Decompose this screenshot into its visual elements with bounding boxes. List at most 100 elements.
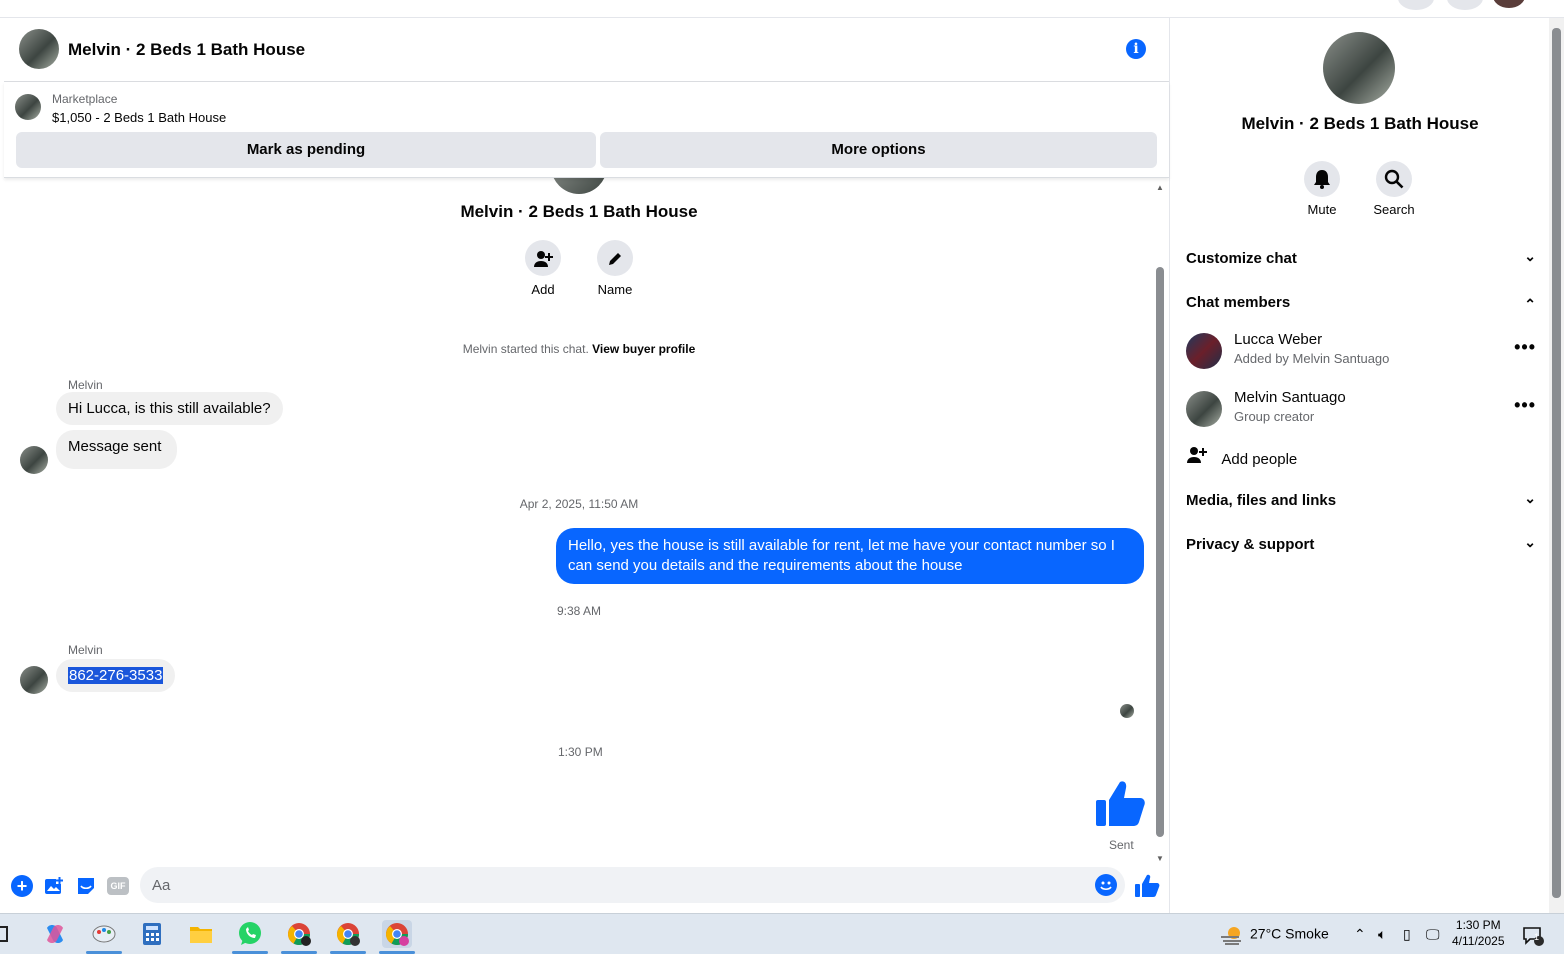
search-icon bbox=[1384, 169, 1404, 189]
info-icon[interactable]: i bbox=[1126, 39, 1146, 59]
scroll-down-arrow-icon[interactable]: ▼ bbox=[1156, 854, 1164, 863]
emoji-icon[interactable] bbox=[1095, 874, 1117, 896]
listing-thumbnail[interactable] bbox=[15, 94, 41, 120]
weather-text: 27°C Smoke bbox=[1250, 925, 1329, 942]
marketplace-label: Marketplace bbox=[52, 92, 118, 106]
file-explorer-icon[interactable] bbox=[186, 920, 216, 948]
chat-members-section[interactable]: Chat members ⌃ bbox=[1186, 294, 1536, 312]
menu-button[interactable] bbox=[1398, 0, 1434, 10]
network-icon[interactable]: 🖵︎ bbox=[1426, 926, 1440, 943]
chrome-profile-3-icon[interactable] bbox=[382, 920, 412, 948]
member-name: Lucca Weber bbox=[1234, 331, 1323, 348]
paint-app-icon[interactable] bbox=[89, 920, 119, 948]
add-person-icon bbox=[534, 250, 553, 267]
media-section[interactable]: Media, files and links ⌄ bbox=[1186, 490, 1536, 509]
media-label: Media, files and links bbox=[1186, 492, 1337, 509]
volume-icon[interactable]: 🔈︎ bbox=[1378, 926, 1386, 943]
account-avatar[interactable] bbox=[1493, 0, 1525, 8]
sender-avatar[interactable] bbox=[20, 446, 48, 474]
weather-icon bbox=[1221, 927, 1241, 945]
photo-icon[interactable] bbox=[43, 875, 65, 897]
send-like-icon[interactable] bbox=[1134, 873, 1160, 899]
calculator-icon[interactable] bbox=[137, 920, 167, 948]
chrome-profile-1-icon[interactable] bbox=[284, 920, 314, 948]
member-subtitle: Added by Melvin Santuago bbox=[1234, 351, 1390, 366]
clock[interactable]: 1:30 PM 4/11/2025 bbox=[1452, 917, 1505, 949]
member-subtitle: Group creator bbox=[1234, 409, 1315, 424]
copilot-icon[interactable] bbox=[40, 920, 70, 948]
whatsapp-icon[interactable] bbox=[235, 920, 265, 948]
outgoing-message[interactable]: Hello, yes the house is still available … bbox=[556, 528, 1144, 584]
phone-number-text[interactable]: 862-276-3533 bbox=[68, 667, 164, 684]
chrome-profile-2-icon[interactable] bbox=[333, 920, 363, 948]
add-people-label: Add people bbox=[1221, 451, 1298, 468]
show-hidden-icons-icon[interactable]: ⌃ bbox=[1354, 926, 1366, 943]
page-scroll-thumb[interactable] bbox=[1552, 28, 1561, 898]
sender-avatar[interactable] bbox=[20, 666, 48, 694]
timestamp: Apr 2, 2025, 11:50 AM bbox=[519, 497, 639, 511]
incoming-message[interactable]: 862-276-3533 bbox=[56, 659, 176, 692]
side-group-avatar[interactable] bbox=[1323, 32, 1395, 104]
message-input[interactable] bbox=[140, 867, 1040, 903]
page-scrollbar[interactable] bbox=[1549, 18, 1564, 913]
chat-header: Melvin · 2 Beds 1 Bath House i bbox=[4, 18, 1169, 82]
chevron-up-icon: ⌃ bbox=[1524, 296, 1536, 312]
search-label: Search bbox=[1373, 202, 1415, 217]
mark-as-pending-button[interactable]: Mark as pending bbox=[16, 132, 596, 168]
started-text: Melvin started this chat. bbox=[462, 342, 589, 356]
thumbs-up-icon[interactable] bbox=[1094, 778, 1146, 830]
member-name: Melvin Santuago bbox=[1234, 389, 1346, 406]
weather-widget[interactable]: 27°C Smoke bbox=[1220, 925, 1329, 945]
member-row[interactable]: Lucca Weber Added by Melvin Santuago ••• bbox=[1186, 329, 1536, 373]
chevron-down-icon: ⌄ bbox=[1524, 534, 1536, 550]
scroll-thumb[interactable] bbox=[1156, 267, 1164, 837]
add-label: Add bbox=[531, 282, 555, 297]
add-member-button[interactable] bbox=[525, 240, 561, 276]
task-view-icon[interactable] bbox=[0, 920, 16, 948]
sent-status: Sent bbox=[1109, 838, 1134, 852]
chat-started-notice: Melvin started this chat. View buyer pro… bbox=[4, 342, 1154, 356]
incoming-message[interactable]: Hi Lucca, is this still available? bbox=[56, 392, 283, 425]
pencil-icon bbox=[609, 252, 621, 265]
chat-title[interactable]: Melvin · 2 Beds 1 Bath House bbox=[68, 40, 305, 60]
customize-chat-label: Customize chat bbox=[1186, 250, 1297, 267]
device-icon[interactable]: ▯ bbox=[1403, 926, 1411, 943]
sticker-icon[interactable] bbox=[75, 875, 97, 897]
chat-panel: Melvin · 2 Beds 1 Bath House i Marketpla… bbox=[4, 18, 1170, 913]
timestamp: 1:30 PM bbox=[558, 745, 603, 759]
chat-avatar[interactable] bbox=[19, 29, 59, 69]
plus-icon[interactable]: + bbox=[11, 875, 33, 897]
search-button[interactable] bbox=[1376, 161, 1412, 197]
rename-button[interactable] bbox=[597, 240, 633, 276]
mute-button[interactable] bbox=[1304, 161, 1340, 197]
listing-title[interactable]: $1,050 - 2 Beds 1 Bath House bbox=[52, 110, 226, 125]
more-icon[interactable]: ••• bbox=[1514, 395, 1536, 416]
sender-name: Melvin bbox=[68, 643, 103, 657]
privacy-section[interactable]: Privacy & support ⌄ bbox=[1186, 534, 1536, 553]
privacy-label: Privacy & support bbox=[1186, 536, 1315, 553]
add-person-icon bbox=[1187, 447, 1207, 463]
message-composer: + GIF bbox=[4, 863, 1169, 907]
incoming-message[interactable]: Message sent bbox=[56, 430, 178, 469]
view-buyer-profile-link[interactable]: View buyer profile bbox=[592, 342, 695, 356]
timestamp: 9:38 AM bbox=[557, 604, 602, 618]
gif-icon[interactable]: GIF bbox=[107, 877, 129, 895]
chat-details-panel: Melvin · 2 Beds 1 Bath House Mute Search… bbox=[1171, 18, 1549, 913]
sender-name: Melvin bbox=[68, 378, 103, 392]
clock-date: 4/11/2025 bbox=[1452, 934, 1505, 948]
add-people-button[interactable]: Add people bbox=[1186, 446, 1297, 468]
messages-scrollbar[interactable]: ▲ ▼ bbox=[1154, 183, 1166, 863]
windows-taskbar: 27°C Smoke ⌃ 🔈︎ ▯ 🖵︎ 1:30 PM 4/11/2025 1 bbox=[0, 913, 1564, 954]
customize-chat-section[interactable]: Customize chat ⌄ bbox=[1186, 248, 1536, 267]
more-options-button[interactable]: More options bbox=[600, 132, 1157, 168]
notification-center-icon[interactable]: 1 bbox=[1522, 926, 1544, 949]
name-label: Name bbox=[597, 282, 633, 297]
chevron-down-icon: ⌄ bbox=[1524, 248, 1536, 264]
clock-time: 1:30 PM bbox=[1455, 918, 1501, 932]
member-row[interactable]: Melvin Santuago Group creator ••• bbox=[1186, 387, 1536, 431]
member-avatar[interactable] bbox=[1186, 391, 1222, 427]
notifications-button[interactable] bbox=[1447, 0, 1483, 10]
member-avatar[interactable] bbox=[1186, 333, 1222, 369]
scroll-up-arrow-icon[interactable]: ▲ bbox=[1156, 183, 1164, 192]
more-icon[interactable]: ••• bbox=[1514, 337, 1536, 358]
